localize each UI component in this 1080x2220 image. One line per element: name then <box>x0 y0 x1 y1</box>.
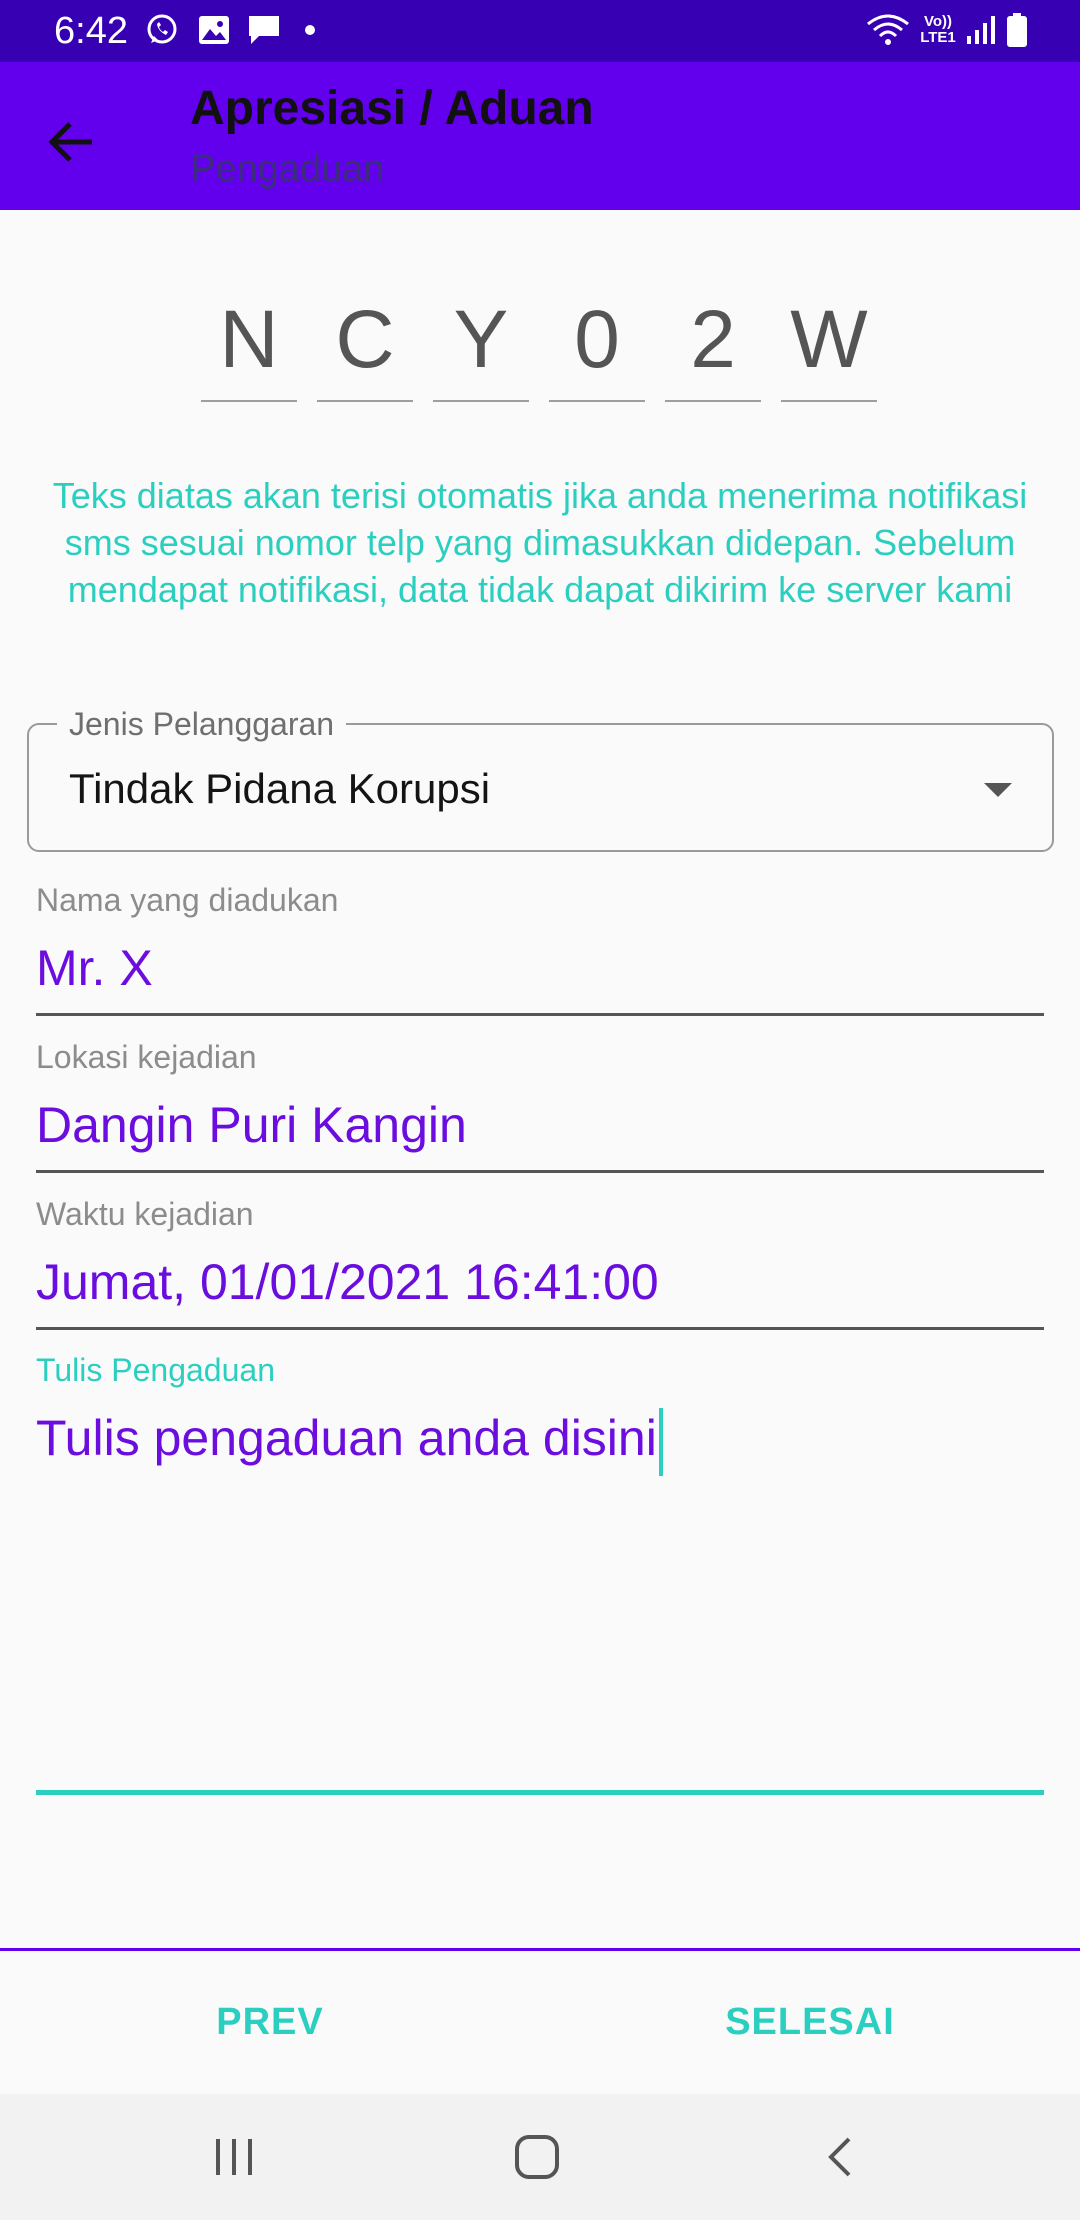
whatsapp-icon <box>142 10 182 50</box>
location-label: Lokasi kejadian <box>36 1039 257 1075</box>
text-cursor <box>658 1408 663 1476</box>
recent-apps-button[interactable] <box>194 2122 274 2192</box>
location-field[interactable]: Lokasi kejadian Dangin Puri Kangin <box>36 1037 1044 1173</box>
signal-icon <box>962 10 998 50</box>
app-title: Apresiasi / Aduan <box>190 82 594 135</box>
code-digit[interactable]: 2 <box>665 288 761 402</box>
verification-code: N C Y 0 2 W <box>201 288 879 402</box>
volte-icon: Vo)) LTE1 <box>920 13 956 46</box>
code-digit[interactable]: W <box>781 288 877 402</box>
nav-back-button[interactable] <box>800 2122 880 2192</box>
violation-type-label: Jenis Pelanggaran <box>57 705 347 743</box>
reported-name-field[interactable]: Nama yang diadukan Mr. X <box>36 880 1044 1016</box>
complaint-text: Tulis pengaduan anda disini <box>36 1408 663 1476</box>
reported-name-value: Mr. X <box>36 940 153 996</box>
chevron-left-icon <box>828 2137 851 2177</box>
status-time: 6:42 <box>54 10 128 52</box>
incident-time-value: Jumat, 01/01/2021 16:41:00 <box>36 1254 659 1310</box>
image-icon <box>194 10 234 50</box>
arrow-back-icon <box>48 122 92 162</box>
complaint-label: Tulis Pengaduan <box>36 1352 275 1388</box>
chat-icon <box>244 10 284 50</box>
finish-button[interactable]: SELESAI <box>660 1951 960 2094</box>
app-subtitle: Pengaduan <box>190 148 385 190</box>
dot-icon <box>300 10 320 50</box>
code-digit[interactable]: C <box>317 288 413 402</box>
reported-name-label: Nama yang diadukan <box>36 882 339 918</box>
wifi-icon <box>864 10 912 50</box>
info-text: Teks diatas akan terisi otomatis jika an… <box>52 475 1028 610</box>
incident-time-label: Waktu kejadian <box>36 1196 254 1232</box>
app-bar: Apresiasi / Aduan Pengaduan <box>0 62 1080 210</box>
status-bar: 6:42 Vo)) LTE1 <box>0 0 1080 62</box>
violation-type-value: Tindak Pidana Korupsi <box>69 765 491 812</box>
recent-apps-icon <box>216 2139 252 2175</box>
location-value: Dangin Puri Kangin <box>36 1097 467 1153</box>
violation-type-select[interactable]: Jenis Pelanggaran Tindak Pidana Korupsi <box>27 705 1054 852</box>
prev-button[interactable]: PREV <box>120 1951 420 2094</box>
bottom-action-bar: PREV SELESAI <box>0 1948 1080 2094</box>
complaint-value: Tulis pengaduan anda disini <box>36 1410 657 1467</box>
system-nav-bar <box>0 2094 1080 2220</box>
back-button[interactable] <box>34 104 110 180</box>
code-digit[interactable]: N <box>201 288 297 402</box>
incident-time-field[interactable]: Waktu kejadian Jumat, 01/01/2021 16:41:0… <box>36 1194 1044 1330</box>
battery-icon <box>1002 10 1032 50</box>
home-button[interactable] <box>497 2122 577 2192</box>
code-digit[interactable]: Y <box>433 288 529 402</box>
code-digit[interactable]: 0 <box>549 288 645 402</box>
home-icon <box>515 2135 559 2179</box>
dropdown-arrow-icon <box>984 783 1012 797</box>
complaint-textarea[interactable]: Tulis Pengaduan Tulis pengaduan anda dis… <box>36 1350 1044 1795</box>
